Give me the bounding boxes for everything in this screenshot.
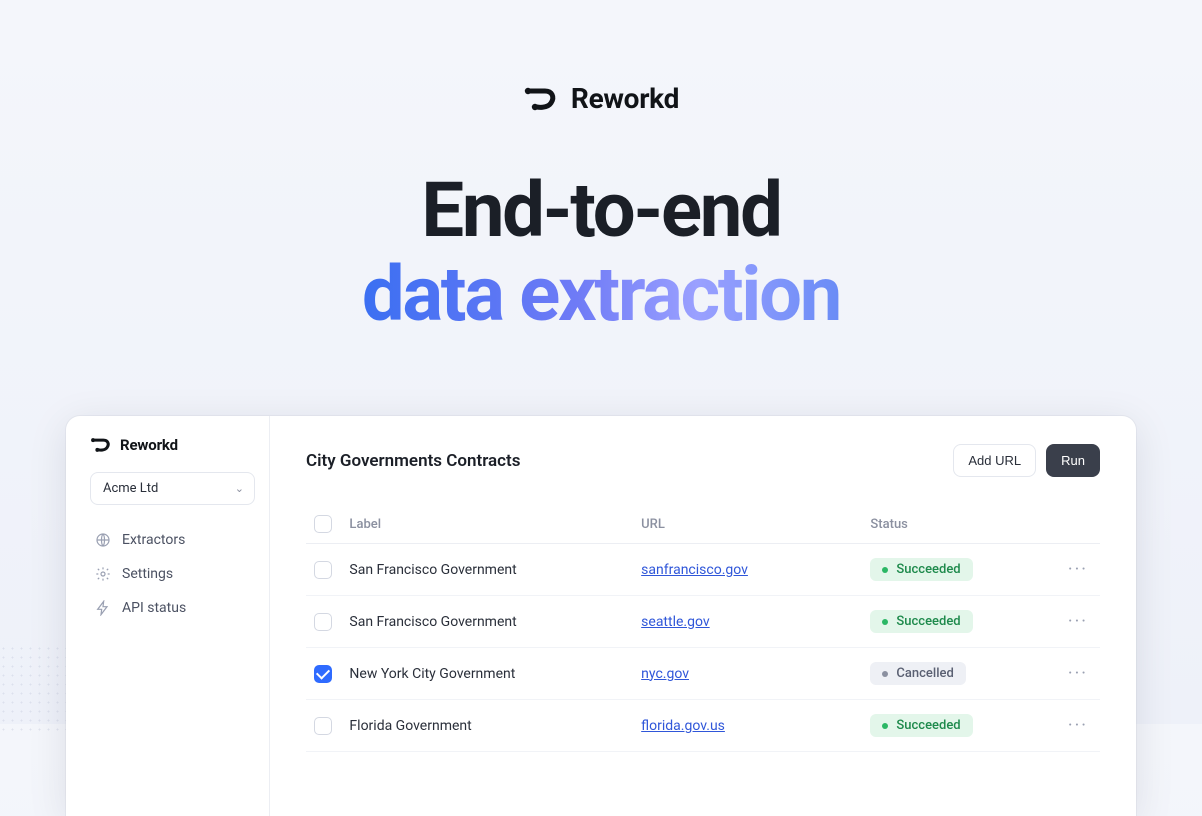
sidebar-brand: Reworkd (90, 436, 255, 454)
row-label: San Francisco Government (341, 544, 633, 596)
row-more-button[interactable]: ··· (1058, 559, 1092, 580)
status-dot-icon (882, 723, 888, 729)
sidebar-item-settings[interactable]: Settings (90, 557, 255, 591)
col-header-status: Status (862, 505, 1050, 544)
row-more-button[interactable]: ··· (1058, 663, 1092, 684)
status-text: Succeeded (896, 562, 960, 577)
status-text: Succeeded (896, 718, 960, 733)
table-row: Florida Government florida.gov.us Succeede… (306, 700, 1100, 752)
main-content: City Governments Contracts Add URL Run L… (270, 416, 1136, 816)
sidebar-item-label: Settings (122, 566, 173, 582)
row-url-link[interactable]: sanfrancisco.gov (641, 562, 748, 578)
col-header-actions (1050, 505, 1100, 544)
main-header: City Governments Contracts Add URL Run (306, 444, 1100, 477)
hero-title-line2: data extraction (362, 255, 840, 335)
sidebar-brand-name: Reworkd (120, 436, 178, 454)
bolt-icon (94, 599, 112, 617)
row-url-link[interactable]: nyc.gov (641, 666, 689, 682)
row-checkbox[interactable] (314, 613, 332, 631)
app-window: Reworkd Acme Ltd ⌄ Extractors (66, 416, 1136, 816)
globe-icon (94, 531, 112, 549)
row-checkbox[interactable] (314, 561, 332, 579)
select-all-checkbox[interactable] (314, 515, 332, 533)
run-button[interactable]: Run (1046, 444, 1100, 477)
row-label: New York City Government (341, 648, 633, 700)
sidebar-item-api-status[interactable]: API status (90, 591, 255, 625)
sidebar-logo-icon (90, 436, 112, 454)
hero-title-line1: End-to-end (421, 171, 780, 251)
brand-name: Reworkd (571, 82, 679, 115)
table-row: San Francisco Government sanfrancisco.gov… (306, 544, 1100, 596)
row-label: Florida Government (341, 700, 633, 752)
row-label: San Francisco Government (341, 596, 633, 648)
org-select[interactable]: Acme Ltd ⌄ (90, 472, 255, 505)
chevron-down-icon: ⌄ (235, 482, 244, 495)
row-more-button[interactable]: ··· (1058, 611, 1092, 632)
sidebar-item-extractors[interactable]: Extractors (90, 523, 255, 557)
row-checkbox[interactable] (314, 665, 332, 683)
nav-list: Extractors Settings API status (90, 523, 255, 625)
row-url-link[interactable]: seattle.gov (641, 614, 709, 630)
status-text: Cancelled (896, 666, 953, 681)
col-header-url: URL (633, 505, 862, 544)
row-checkbox[interactable] (314, 717, 332, 735)
row-url-link[interactable]: florida.gov.us (641, 718, 725, 734)
org-select-value: Acme Ltd (103, 481, 158, 496)
status-badge: Succeeded (870, 714, 972, 737)
brand-logo-icon (523, 85, 559, 113)
table-row: New York City Government nyc.gov Cancelled… (306, 648, 1100, 700)
col-header-label: Label (341, 505, 633, 544)
status-dot-icon (882, 567, 888, 573)
status-dot-icon (882, 671, 888, 677)
brand: Reworkd (523, 82, 679, 115)
sidebar-item-label: Extractors (122, 532, 185, 548)
status-badge: Succeeded (870, 558, 972, 581)
status-badge: Succeeded (870, 610, 972, 633)
table-row: San Francisco Government seattle.gov Succe… (306, 596, 1100, 648)
status-badge: Cancelled (870, 662, 965, 685)
sidebar-item-label: API status (122, 600, 186, 616)
sidebar: Reworkd Acme Ltd ⌄ Extractors (66, 416, 270, 816)
page-title: City Governments Contracts (306, 451, 520, 471)
data-table: Label URL Status San Francisco Governmen… (306, 505, 1100, 752)
action-buttons: Add URL Run (953, 444, 1100, 477)
gear-icon (94, 565, 112, 583)
row-more-button[interactable]: ··· (1058, 715, 1092, 736)
status-text: Succeeded (896, 614, 960, 629)
hero: Reworkd End-to-end data extraction (0, 0, 1202, 335)
add-url-button[interactable]: Add URL (953, 444, 1036, 477)
status-dot-icon (882, 619, 888, 625)
